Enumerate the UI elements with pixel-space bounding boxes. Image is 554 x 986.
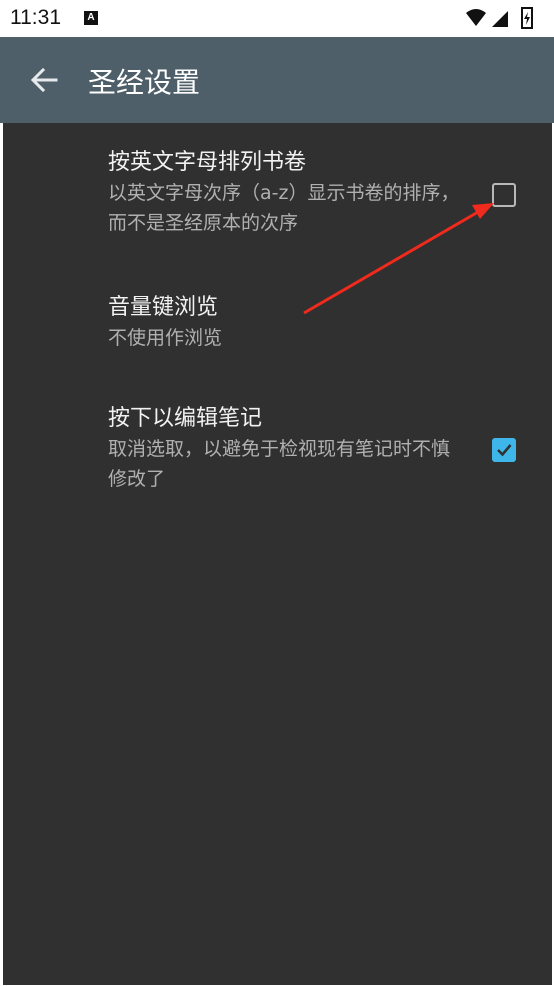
pref-title: 按英文字母排列书卷 (108, 150, 307, 175)
app-bar: 圣经设置 (0, 37, 554, 123)
status-bar: 11:31 A (0, 0, 554, 37)
signal-icon (492, 11, 508, 27)
pref-summary: 以英文字母次序（a-z）显示书卷的排序，而不是圣经原本的次序 (108, 182, 460, 234)
pref-title: 音量键浏览 (108, 295, 219, 320)
pref-summary: 取消选取，以避免于检视现有笔记时不慎修改了 (108, 438, 451, 490)
page-title: 圣经设置 (88, 66, 201, 99)
arrow-left-icon (30, 67, 58, 93)
checkmark-icon (497, 444, 512, 457)
edit-notes-checkbox[interactable] (492, 438, 516, 462)
wifi-icon (466, 9, 486, 26)
notification-icon: A (84, 11, 98, 25)
pref-alphabetical-books[interactable]: 按英文字母排列书卷 以英文字母次序（a-z）显示书卷的排序，而不是圣经原本的次序 (108, 148, 518, 238)
pref-summary: 不使用作浏览 (108, 327, 223, 349)
status-time: 11:31 (10, 6, 61, 29)
pref-volume-key-navigation[interactable]: 音量键浏览 不使用作浏览 (108, 293, 518, 353)
pref-title: 按下以编辑笔记 (108, 406, 263, 431)
battery-charging-icon (521, 7, 533, 29)
alphabetical-books-checkbox[interactable] (492, 183, 516, 207)
system-icons (464, 7, 544, 29)
back-button[interactable] (26, 62, 62, 98)
pref-tap-to-edit-notes[interactable]: 按下以编辑笔记 取消选取，以避免于检视现有笔记时不慎修改了 (108, 404, 518, 494)
settings-list (3, 123, 552, 985)
